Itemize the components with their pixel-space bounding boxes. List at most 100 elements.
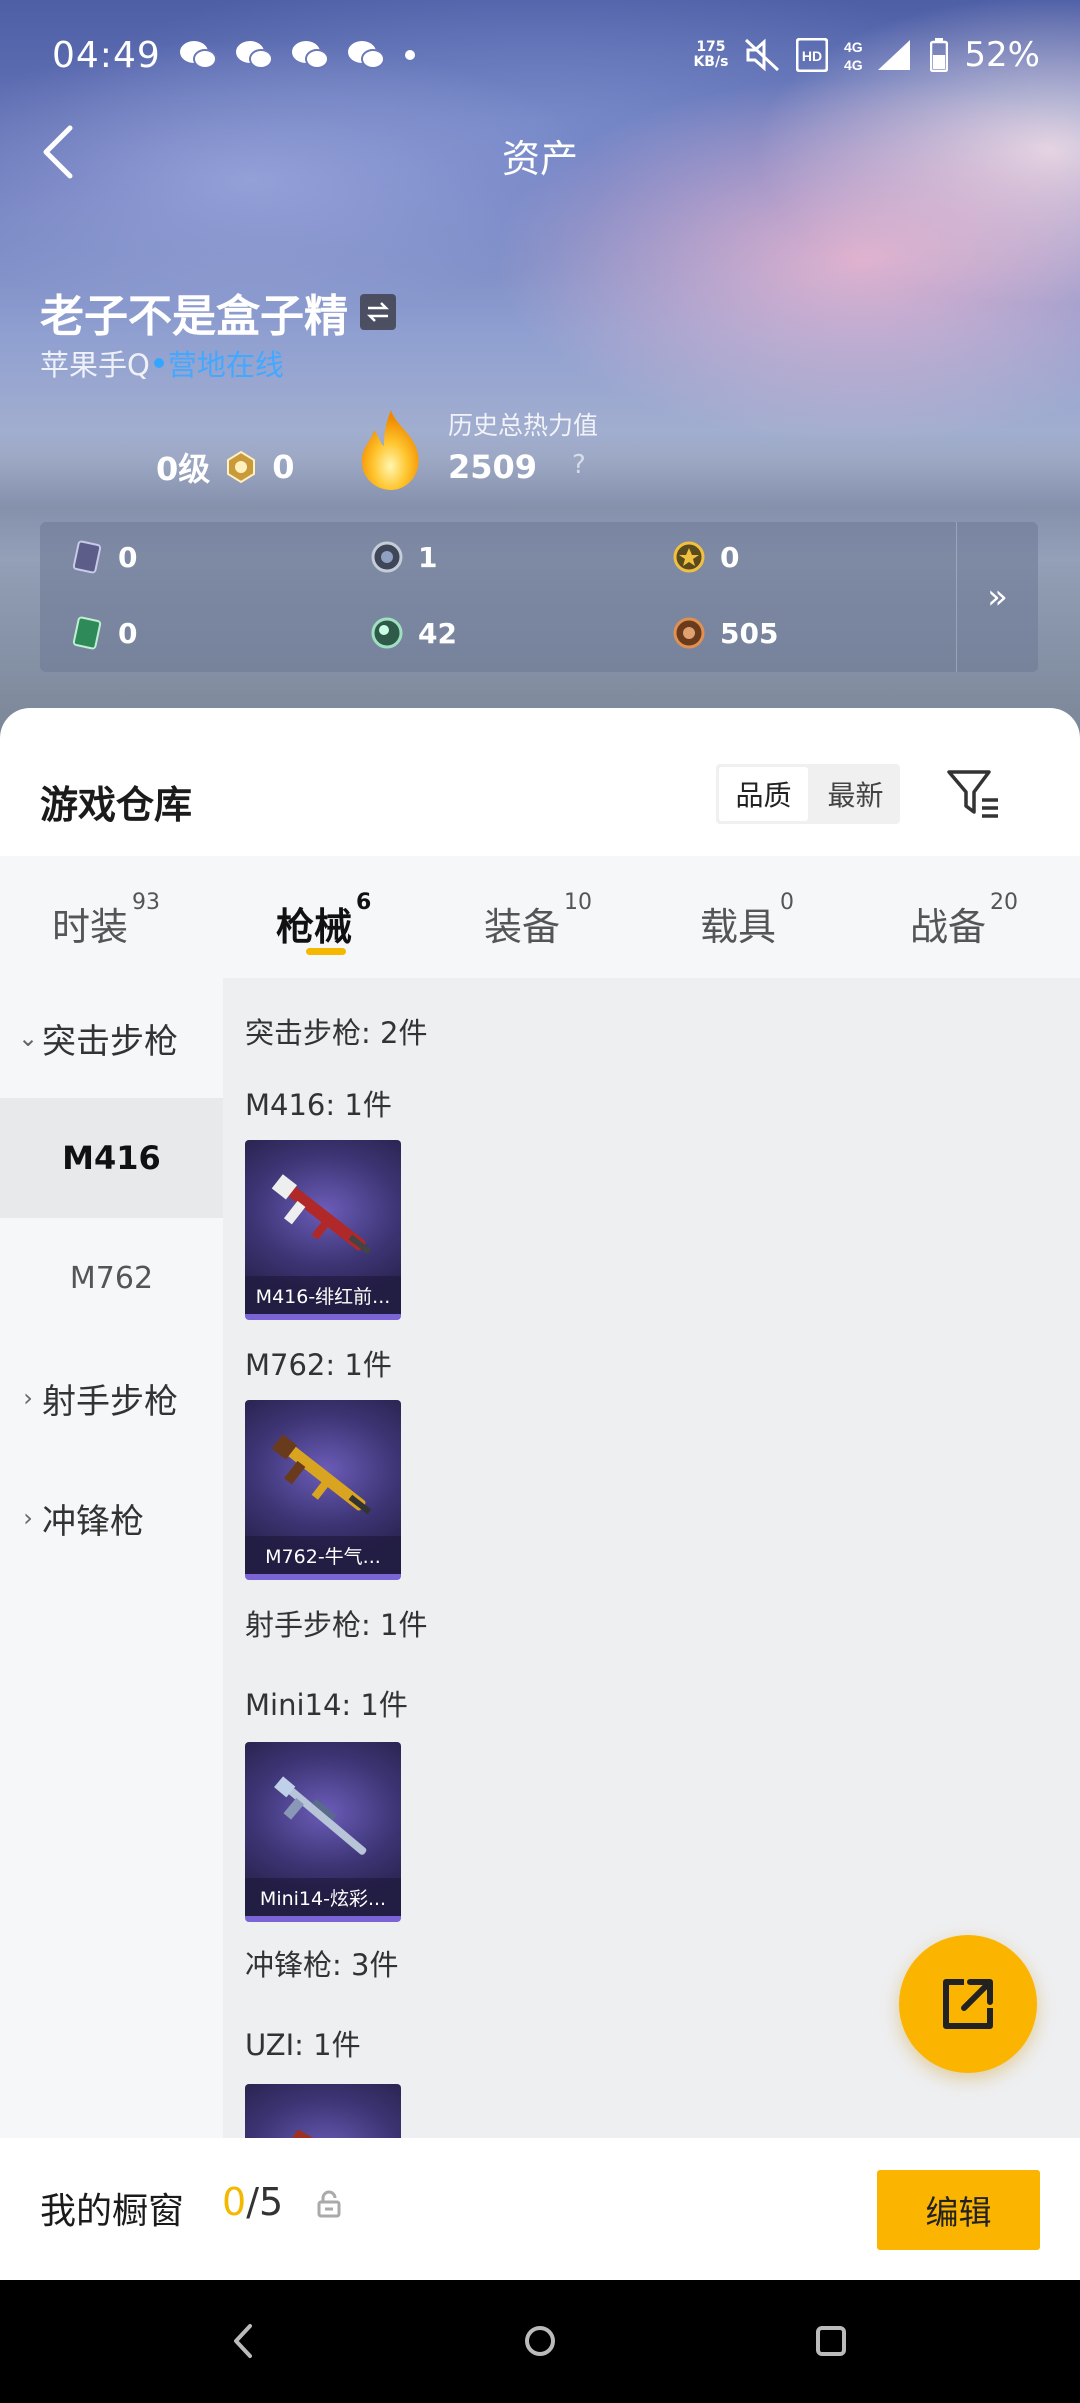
category-label: 冲锋枪 bbox=[42, 1501, 144, 1542]
heat-help-icon[interactable]: ? bbox=[572, 450, 586, 480]
weapon-card-caption: M762-牛气... bbox=[245, 1536, 401, 1574]
stat-value: 42 bbox=[418, 616, 457, 650]
edit-showcase-button[interactable]: 编辑 bbox=[877, 2170, 1040, 2250]
weapon-card-mini14[interactable]: Mini14-炫彩... bbox=[245, 1742, 401, 1922]
tab-vehicles[interactable]: 载具0 bbox=[700, 890, 794, 951]
sort-toggle: 品质 最新 bbox=[716, 764, 900, 824]
showcase-total: /5 bbox=[246, 2180, 284, 2224]
tab-label: 战备 bbox=[910, 905, 987, 949]
level-row: 0级 0 bbox=[156, 444, 295, 490]
stat-value: 0 bbox=[720, 540, 740, 574]
signal-icon: 4G4G bbox=[844, 39, 911, 72]
section-header: 突击步枪: 2件 bbox=[245, 1016, 428, 1050]
tab-skins[interactable]: 时装93 bbox=[52, 890, 160, 951]
status-time: 04:49 bbox=[52, 34, 161, 76]
wechat-icon bbox=[347, 39, 385, 71]
svg-text:HD: HD bbox=[802, 48, 822, 64]
battery-percent: 52% bbox=[964, 35, 1040, 75]
platform-label: 苹果手Q bbox=[40, 348, 150, 382]
nav-back-icon[interactable] bbox=[220, 2316, 270, 2366]
wechat-icon bbox=[179, 39, 217, 71]
tab-count: 20 bbox=[990, 890, 1019, 915]
category-label: 射手步枪 bbox=[42, 1381, 178, 1422]
wechat-icon bbox=[235, 39, 273, 71]
stat-value: 505 bbox=[720, 616, 779, 650]
more-notifications-dot bbox=[404, 50, 415, 60]
rifle-icon bbox=[274, 1776, 367, 1855]
category-smg[interactable]: › 冲锋枪 bbox=[0, 1458, 223, 1578]
nav-recents-icon[interactable] bbox=[806, 2316, 856, 2366]
share-button[interactable] bbox=[899, 1935, 1037, 2073]
stat-value: 0 bbox=[118, 540, 138, 574]
heat-label: 历史总热力值 bbox=[448, 411, 599, 440]
section-header: 射手步枪: 1件 bbox=[245, 1608, 428, 1642]
tab-label: 装备 bbox=[484, 905, 561, 949]
group-header: Mini14: 1件 bbox=[245, 1688, 408, 1722]
weapon-card-m762[interactable]: M762-牛气... bbox=[245, 1400, 401, 1580]
group-header: M416: 1件 bbox=[245, 1088, 392, 1122]
subcategory-label: M762 bbox=[69, 1260, 154, 1296]
category-label: 突击步枪 bbox=[42, 1021, 178, 1062]
category-marksman-rifle[interactable]: › 射手步枪 bbox=[0, 1338, 223, 1458]
speed-value: 175 bbox=[696, 39, 726, 55]
subcategory-m416[interactable]: M416 bbox=[0, 1098, 223, 1218]
chevron-right-icon: › bbox=[23, 1384, 33, 1412]
tab-supplies[interactable]: 战备20 bbox=[910, 890, 1018, 951]
sort-newest-option[interactable]: 最新 bbox=[811, 764, 900, 824]
filter-icon[interactable] bbox=[946, 768, 1002, 820]
tab-label: 载具 bbox=[700, 905, 777, 949]
weapon-card-caption: Mini14-炫彩... bbox=[245, 1878, 401, 1916]
tab-label: 时装 bbox=[52, 905, 129, 949]
active-tab-indicator bbox=[306, 948, 346, 955]
showcase-count: 0/5 bbox=[222, 2180, 283, 2224]
page-title: 资产 bbox=[501, 137, 578, 181]
tab-equipment[interactable]: 装备10 bbox=[484, 890, 592, 951]
share-icon bbox=[943, 1979, 993, 2029]
online-dot bbox=[153, 358, 164, 368]
online-status: 营地在线 bbox=[167, 348, 284, 382]
notification-icons bbox=[179, 39, 385, 71]
green-card-icon bbox=[72, 616, 102, 650]
tab-count: 6 bbox=[356, 890, 372, 915]
wechat-icon bbox=[291, 39, 329, 71]
status-bar: 04:49 175 KB/s HD 4G 4G 52% bbox=[52, 28, 1040, 82]
system-navigation-bar bbox=[0, 2280, 1080, 2403]
stat-item: 42 bbox=[370, 616, 457, 650]
showcase-label: 我的橱窗 bbox=[40, 2191, 185, 2232]
stat-item: 1 bbox=[370, 540, 437, 574]
network-speed: 175 KB/s bbox=[693, 40, 728, 70]
svg-text:4G: 4G bbox=[844, 57, 863, 72]
group-header: UZI: 1件 bbox=[245, 2028, 361, 2062]
group-header: M762: 1件 bbox=[245, 1348, 392, 1382]
category-assault-rifle[interactable]: ⌄ 突击步枪 bbox=[0, 978, 223, 1098]
currency-stats-panel: 0 1 0 0 42 505 » bbox=[40, 522, 1038, 672]
switch-account-icon[interactable] bbox=[360, 294, 396, 330]
speed-unit: KB/s bbox=[693, 54, 729, 70]
chevron-right-icon: › bbox=[23, 1504, 33, 1532]
showcase-current: 0 bbox=[222, 2180, 247, 2224]
tab-count: 93 bbox=[132, 890, 161, 915]
sort-quality-option[interactable]: 品质 bbox=[719, 767, 808, 821]
subcategory-label: M416 bbox=[62, 1139, 161, 1177]
nav-home-icon[interactable] bbox=[515, 2316, 565, 2366]
warehouse-title: 游戏仓库 bbox=[40, 783, 193, 827]
card-icon bbox=[72, 540, 102, 574]
tab-count: 0 bbox=[780, 890, 795, 915]
showcase-bar: 我的橱窗 0/5 编辑 bbox=[0, 2138, 1080, 2280]
battery-icon bbox=[930, 38, 949, 72]
badge-count: 0 bbox=[272, 448, 295, 486]
weapon-list: 突击步枪: 2件 M416: 1件 M416-绯红前... M762: 1件 M… bbox=[223, 978, 1080, 2278]
weapon-card-m416[interactable]: M416-绯红前... bbox=[245, 1140, 401, 1320]
subcategory-m762[interactable]: M762 bbox=[0, 1218, 223, 1338]
mute-icon bbox=[745, 38, 780, 72]
category-tabs: 时装93 枪械6 装备10 载具0 战备20 bbox=[0, 856, 1080, 986]
green-orb-icon bbox=[371, 617, 403, 649]
user-name-row: 老子不是盒子精 bbox=[40, 280, 396, 344]
tab-weapons[interactable]: 枪械6 bbox=[276, 890, 371, 951]
rifle-icon bbox=[271, 1174, 372, 1255]
stat-value: 1 bbox=[418, 540, 438, 574]
hd-icon: HD bbox=[796, 38, 829, 72]
stats-more-button[interactable]: » bbox=[956, 522, 1038, 672]
stat-value: 0 bbox=[118, 616, 138, 650]
tab-label: 枪械 bbox=[276, 905, 353, 949]
